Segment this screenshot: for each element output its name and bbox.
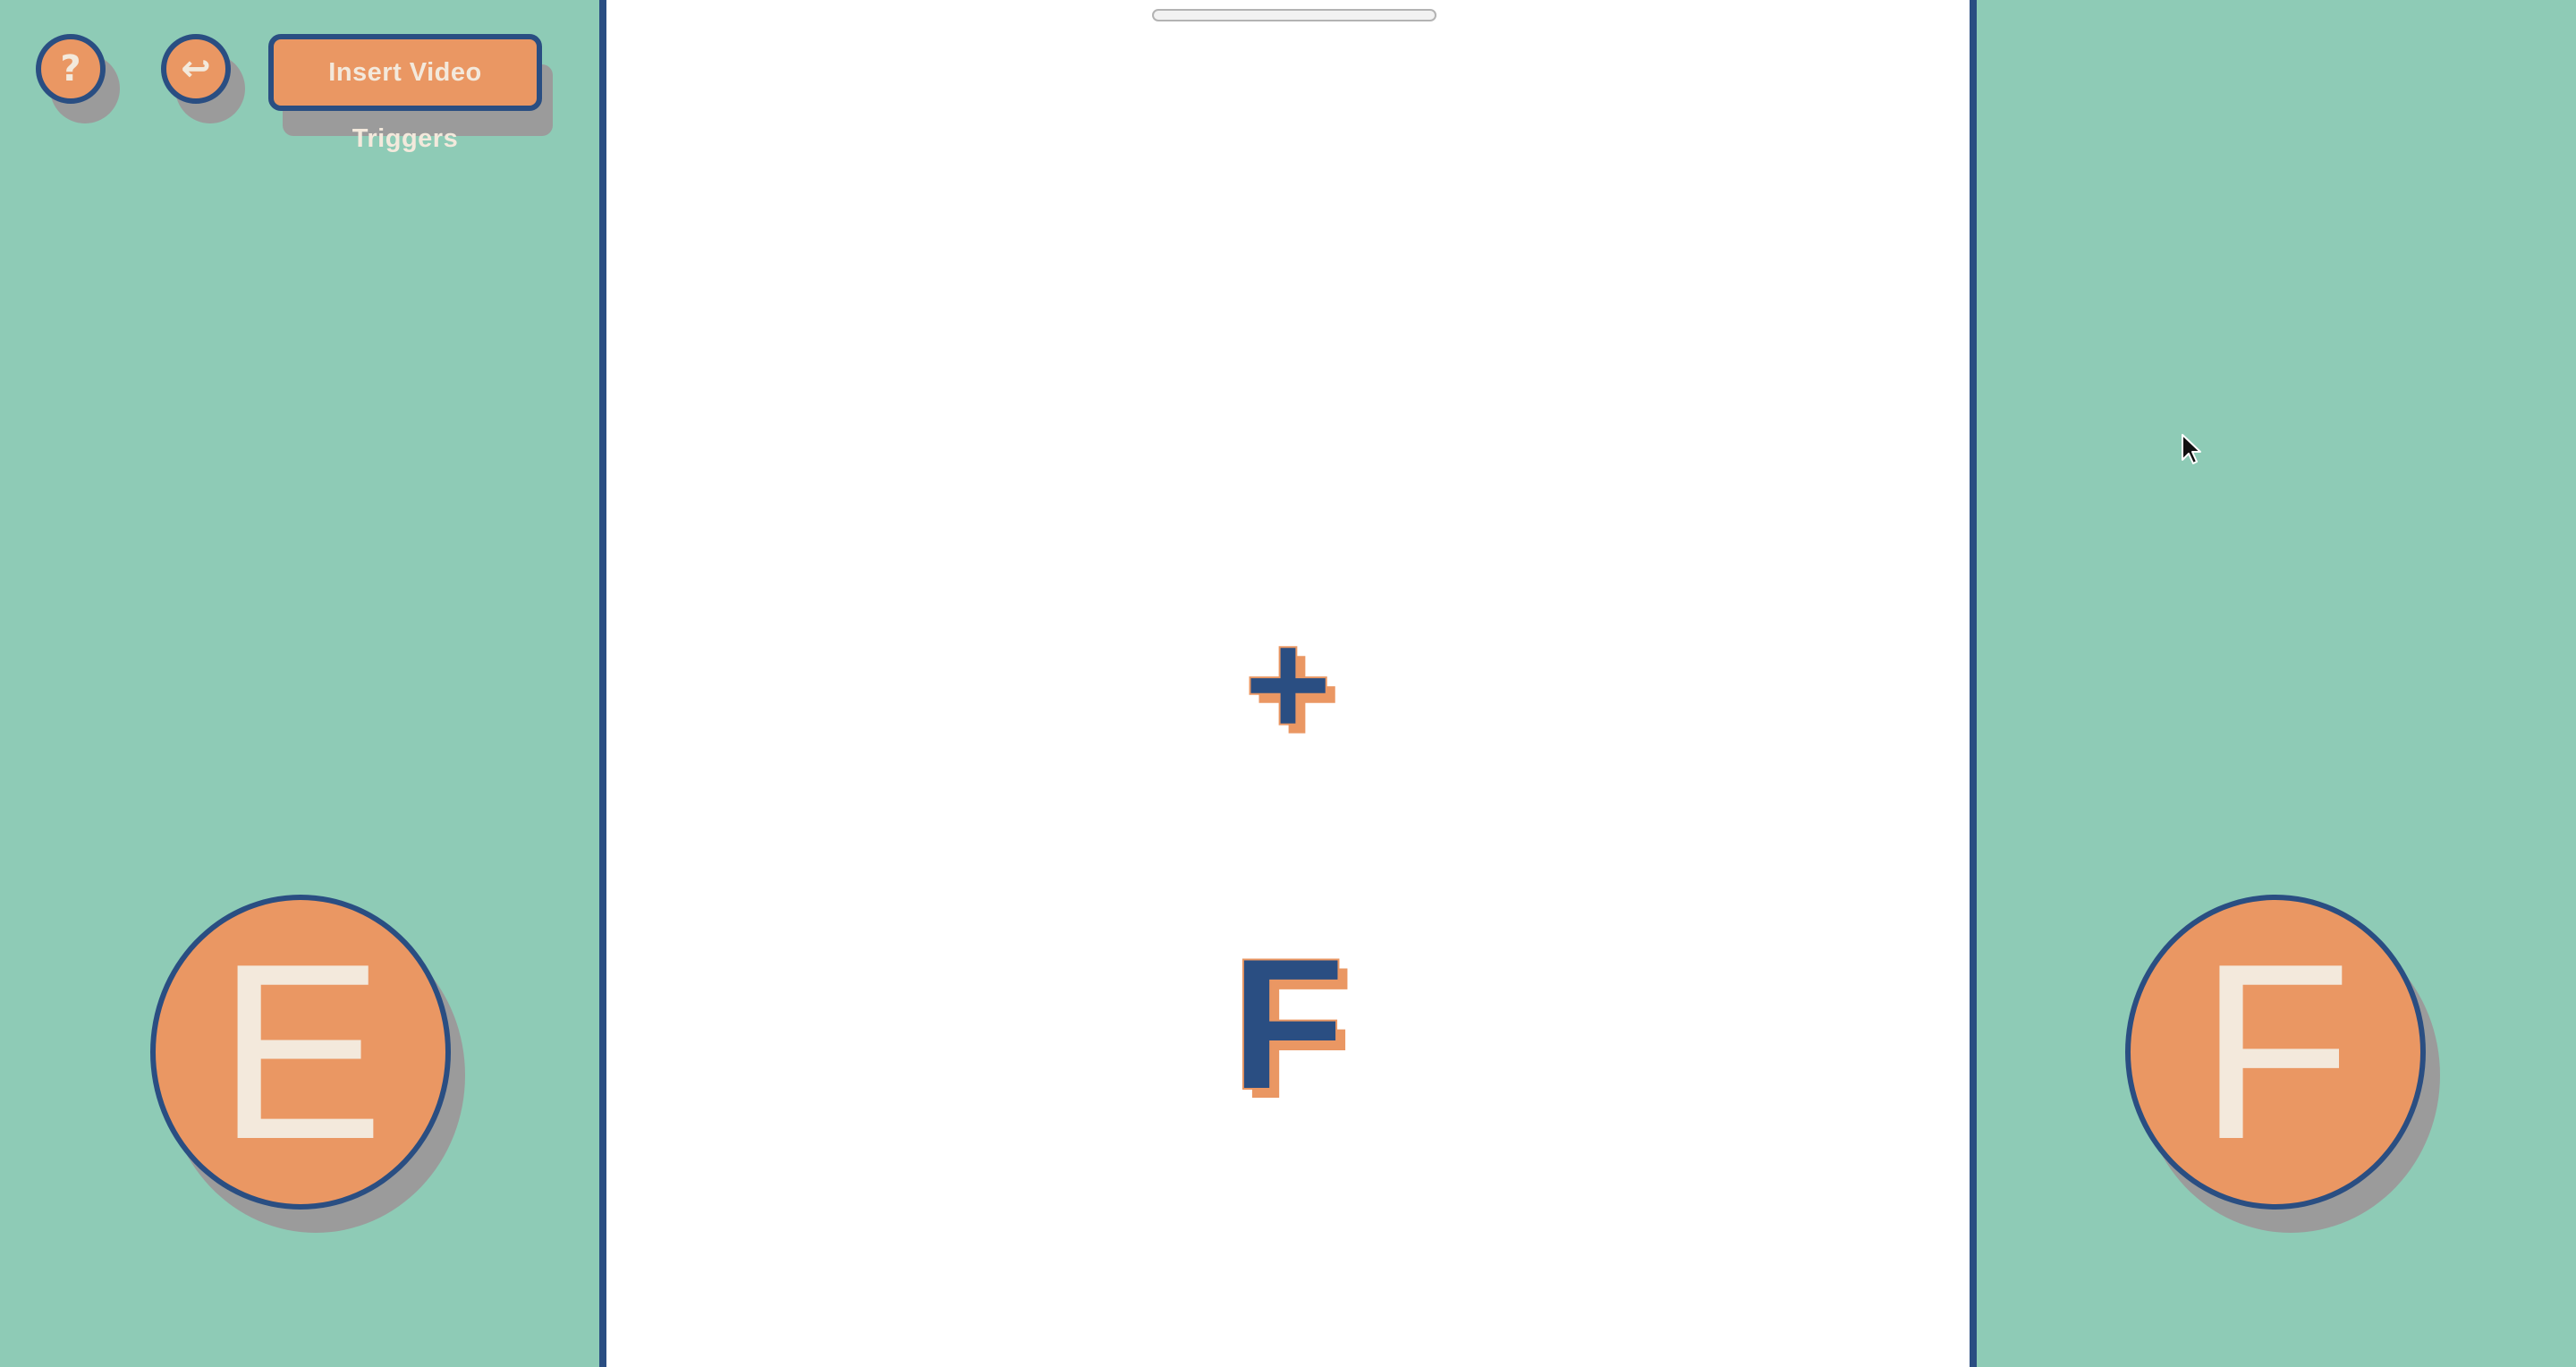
back-button-group: ↩ (161, 34, 247, 123)
right-panel: F (1977, 0, 2576, 1367)
back-button[interactable]: ↩ (161, 34, 231, 104)
experiment-app: ? ↩ Insert Video Triggers E + F F (0, 0, 2576, 1367)
answer-e-group: E (150, 895, 472, 1235)
help-button-group: ? (36, 34, 122, 123)
fixation-cross: + (1242, 599, 1333, 769)
answer-e-button[interactable]: E (150, 895, 451, 1210)
video-triggers-group: Insert Video Triggers (268, 34, 555, 153)
return-arrow-icon: ↩ (181, 48, 211, 89)
insert-video-triggers-button[interactable]: Insert Video Triggers (268, 34, 542, 153)
left-panel: ? ↩ Insert Video Triggers E (0, 0, 599, 1367)
target-letter: F (1230, 919, 1346, 1129)
help-button[interactable]: ? (36, 34, 106, 104)
mouse-pointer-icon (2182, 434, 2201, 464)
answer-f-group: F (2125, 895, 2447, 1235)
question-mark-icon: ? (60, 48, 81, 89)
answer-f-button[interactable]: F (2125, 895, 2426, 1210)
drag-handle[interactable] (1152, 9, 1436, 21)
